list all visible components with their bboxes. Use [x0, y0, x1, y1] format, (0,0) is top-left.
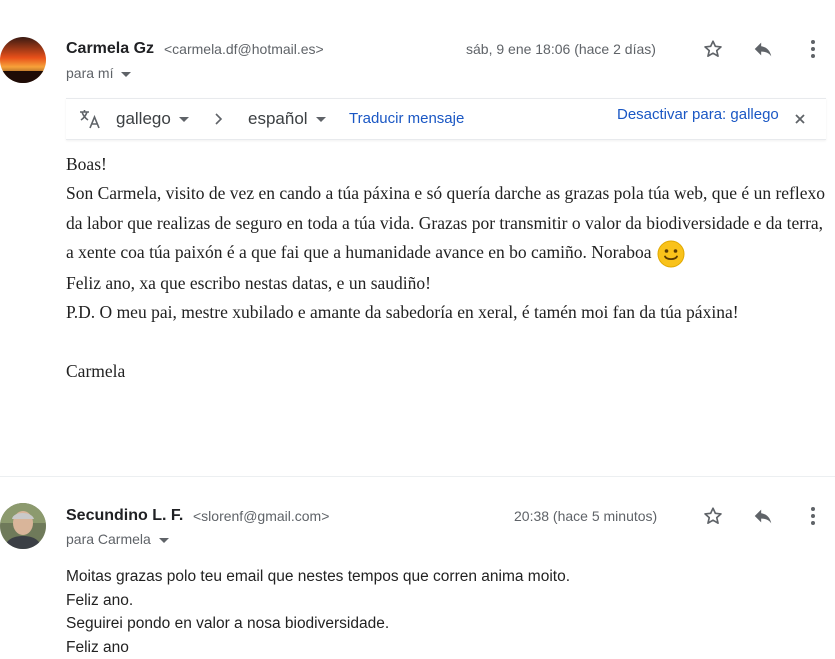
reply-button[interactable] [749, 502, 777, 530]
body-line: Feliz ano [66, 636, 826, 659]
star-button[interactable] [699, 35, 727, 63]
smile-emoji [656, 239, 686, 269]
translate-icon [78, 108, 102, 130]
star-button[interactable] [699, 502, 727, 530]
message-date: 20:38 (hace 5 minutos) [514, 508, 657, 524]
chevron-down-icon [121, 72, 131, 77]
message-body: Boas! Son Carmela, visito de vez en cand… [66, 150, 826, 386]
recipient-dropdown[interactable]: para Carmela [66, 531, 169, 547]
person-avatar-image [0, 503, 46, 549]
translate-message-link[interactable]: Traducir mensaje [349, 110, 464, 127]
chevron-right-icon [214, 113, 224, 125]
sender-email: <carmela.df@hotmail.es> [164, 41, 324, 57]
message-date: sáb, 9 ene 18:06 (hace 2 días) [466, 41, 656, 57]
chevron-down-icon [179, 117, 189, 122]
source-language-label: gallego [116, 109, 171, 128]
body-line: Son Carmela, visito de vez en cando a tú… [66, 183, 825, 262]
avatar-secundino[interactable] [0, 503, 46, 549]
close-icon[interactable] [795, 114, 805, 124]
avatar-carmela[interactable] [0, 37, 46, 83]
more-vert-icon [810, 506, 816, 526]
reply-button[interactable] [749, 35, 777, 63]
chevron-down-icon [316, 117, 326, 122]
recipient-dropdown[interactable]: para mí [66, 65, 131, 81]
disable-translation-link[interactable]: Desactivar para: gallego [617, 106, 779, 123]
signature: Carmela [66, 357, 826, 386]
target-language-label: español [248, 109, 308, 128]
reply-icon [752, 38, 774, 60]
translate-bar: gallego español Traducir mensaje Desacti… [66, 98, 826, 140]
sender-name: Secundino L. F. [66, 507, 183, 525]
body-blank-line [66, 327, 826, 356]
message-body: Moitas grazas polo teu email que nestes … [66, 565, 826, 659]
body-line: Boas! [66, 150, 826, 179]
target-language-select[interactable]: español [248, 109, 326, 129]
star-icon [702, 505, 724, 527]
more-vert-icon [810, 39, 816, 59]
sunset-avatar-image [0, 37, 46, 83]
sender-email: <slorenf@gmail.com> [193, 508, 329, 524]
body-line: P.D. O meu pai, mestre xubilado e amante… [66, 298, 826, 327]
star-icon [702, 38, 724, 60]
recipient-label: para mí [66, 65, 113, 81]
more-options-button[interactable] [799, 35, 827, 63]
body-line: Feliz ano, xa que escribo nestas datas, … [66, 269, 826, 298]
body-line: Feliz ano. [66, 589, 826, 613]
chevron-down-icon [159, 538, 169, 543]
reply-icon [752, 505, 774, 527]
recipient-label: para Carmela [66, 531, 151, 547]
body-line: Seguirei pondo en valor a nosa biodivers… [66, 612, 826, 636]
sender-name: Carmela Gz [66, 40, 154, 58]
body-paragraph: Son Carmela, visito de vez en cando a tú… [66, 179, 826, 269]
source-language-select[interactable]: gallego [116, 109, 189, 129]
more-options-button[interactable] [799, 502, 827, 530]
message-divider [0, 476, 835, 477]
body-line: Moitas grazas polo teu email que nestes … [66, 565, 826, 589]
